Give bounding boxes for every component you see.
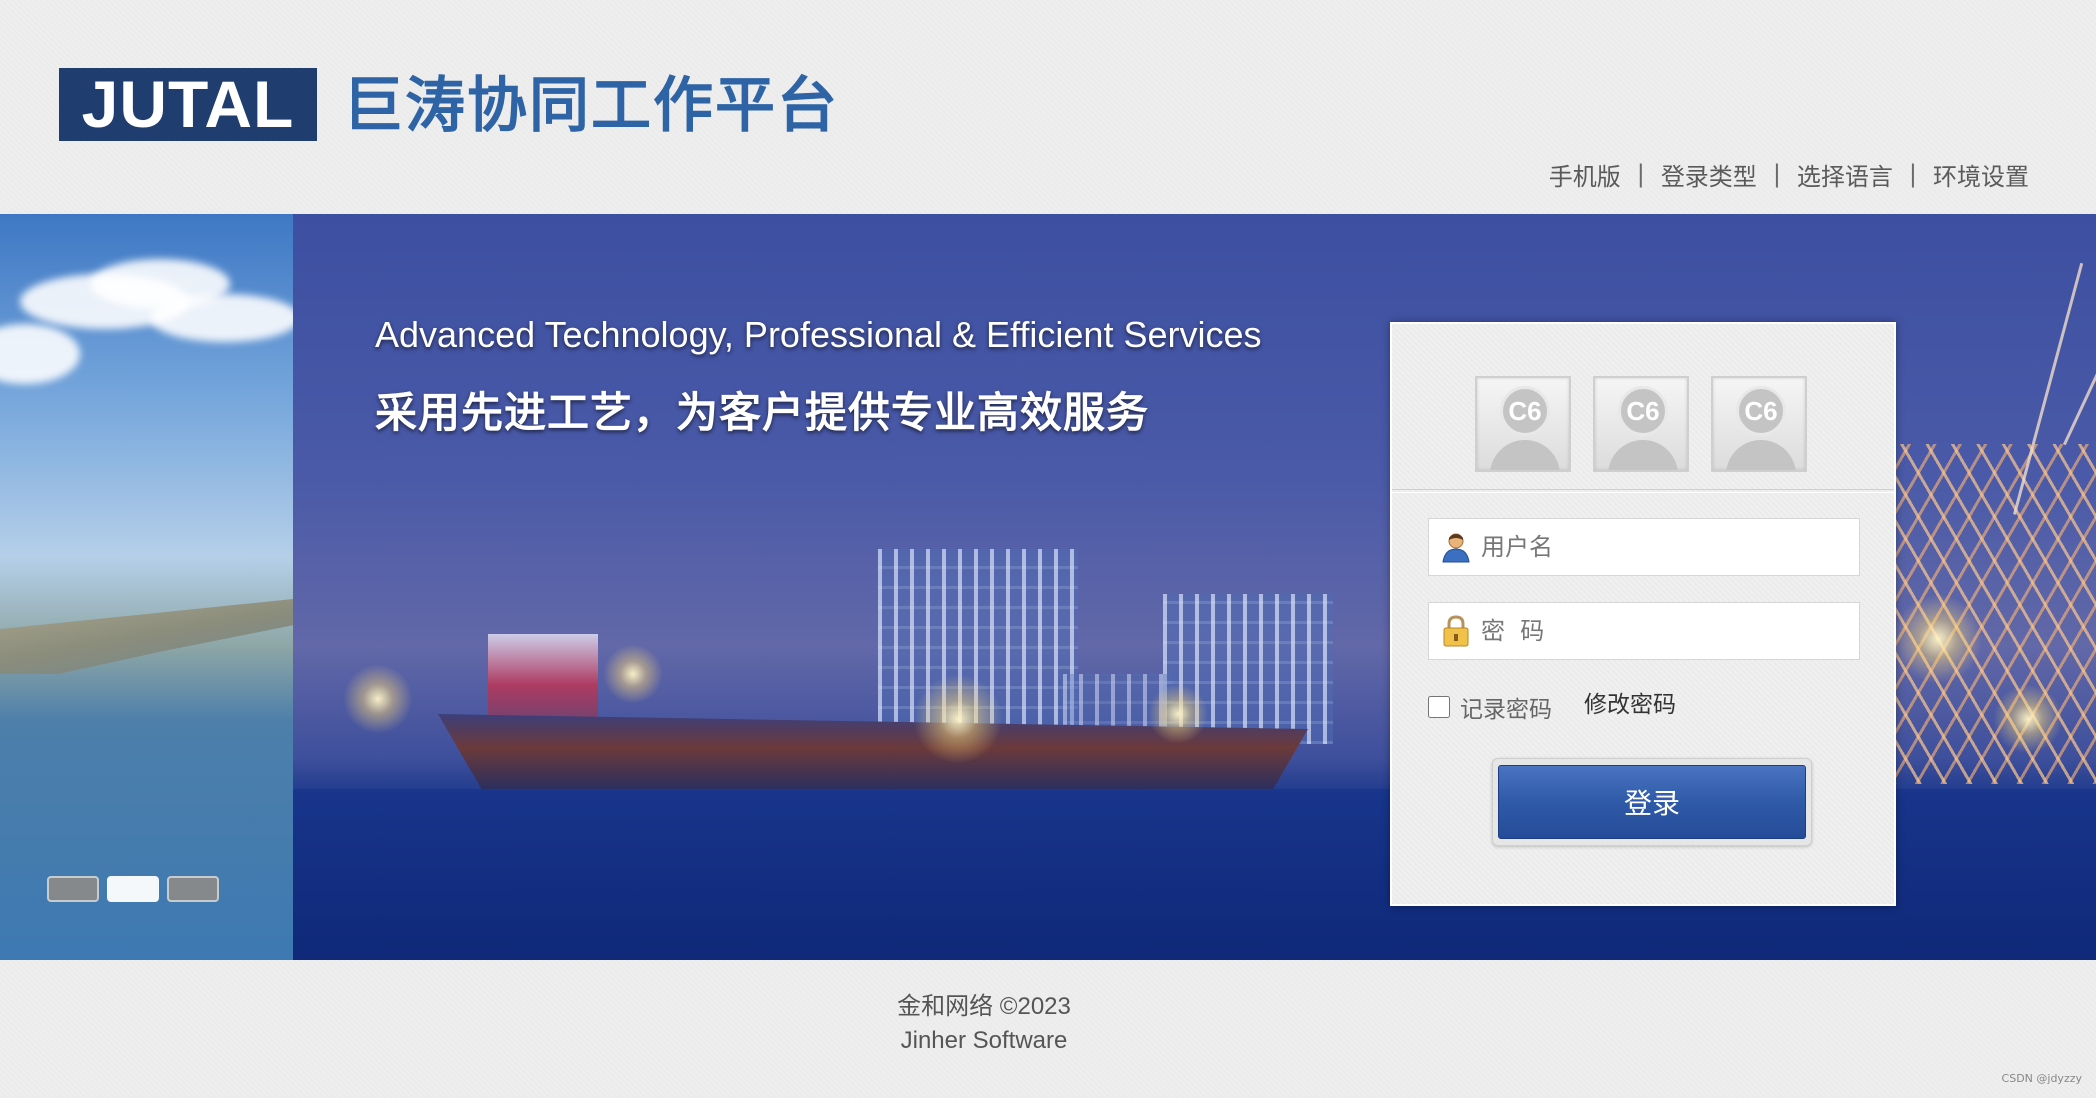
change-password-link[interactable]: 修改密码	[1584, 690, 1676, 720]
nav-environment-link[interactable]: 环境设置	[1933, 157, 2029, 192]
site-title: 巨涛协同工作平台	[343, 71, 839, 141]
login-button[interactable]: 登录	[1498, 765, 1806, 839]
avatar-head-icon: C6	[1736, 386, 1786, 436]
footer-copyright: 金和网络 ©2023	[897, 993, 1071, 1020]
cloud-shape	[0, 324, 80, 384]
login-button-frame: 登录	[1492, 758, 1812, 846]
coastline-shape	[0, 599, 293, 674]
remember-password[interactable]: 记录密码	[1428, 690, 1552, 724]
cloud-shape	[150, 294, 300, 342]
light-glow-shape	[603, 644, 663, 704]
light-glow-shape	[343, 664, 413, 734]
light-glow-shape	[1148, 684, 1208, 744]
avatar-head-icon: C6	[1618, 386, 1668, 436]
header: JUTAL 巨涛协同工作平台 手机版 | 登录类型 | 选择语言 | 环境设置	[0, 0, 2096, 214]
remember-password-label: 记录密码	[1460, 697, 1552, 723]
login-panel: C6 C6 C6 用户名 记录密码 修改密码 登录	[1390, 322, 1896, 906]
nav-mobile-link[interactable]: 手机版	[1549, 157, 1621, 192]
banner-side-photo	[0, 214, 300, 960]
nav-separator: |	[1772, 160, 1781, 188]
watermark: CSDN @jdyzzy	[2001, 1072, 2082, 1085]
password-field[interactable]	[1428, 602, 1860, 660]
nav-separator: |	[1908, 160, 1917, 188]
jutal-logo: JUTAL	[59, 68, 317, 141]
username-input[interactable]	[1481, 519, 1859, 575]
nav-separator: |	[1636, 160, 1645, 188]
nav-login-type-link[interactable]: 登录类型	[1661, 157, 1757, 192]
slider-dot-1[interactable]	[47, 876, 99, 902]
lock-icon	[1439, 614, 1473, 648]
slogan-chinese: 采用先进工艺，为客户提供专业高效服务	[375, 388, 1150, 437]
avatar-body-icon	[1490, 440, 1560, 470]
slider-dot-3[interactable]	[167, 876, 219, 902]
remember-password-checkbox[interactable]	[1428, 696, 1450, 718]
light-glow-shape	[1893, 594, 1983, 684]
user-avatar-2[interactable]: C6	[1593, 376, 1689, 472]
slider-indicator	[47, 876, 219, 902]
nav-language-link[interactable]: 选择语言	[1797, 157, 1893, 192]
slider-dot-2[interactable]	[107, 876, 159, 902]
user-icon	[1439, 530, 1473, 564]
top-nav: 手机版 | 登录类型 | 选择语言 | 环境设置	[1549, 156, 2029, 192]
footer-company: Jinher Software	[900, 1027, 1068, 1054]
avatar-head-icon: C6	[1500, 386, 1550, 436]
slogan-english: Advanced Technology, Professional & Effi…	[375, 314, 1262, 355]
light-glow-shape	[913, 674, 1003, 764]
footer: 金和网络 ©2023 Jinher Software	[0, 990, 2096, 1058]
ship-bridge-shape	[488, 634, 598, 719]
username-field[interactable]	[1428, 518, 1860, 576]
light-glow-shape	[1993, 684, 2063, 754]
avatar-body-icon	[1608, 440, 1678, 470]
panel-divider	[1392, 489, 1894, 493]
avatar-body-icon	[1726, 440, 1796, 470]
user-avatar-3[interactable]: C6	[1711, 376, 1807, 472]
user-avatar-1[interactable]: C6	[1475, 376, 1571, 472]
avatar-list: C6 C6 C6	[1475, 376, 1807, 472]
password-input[interactable]	[1481, 603, 1859, 659]
